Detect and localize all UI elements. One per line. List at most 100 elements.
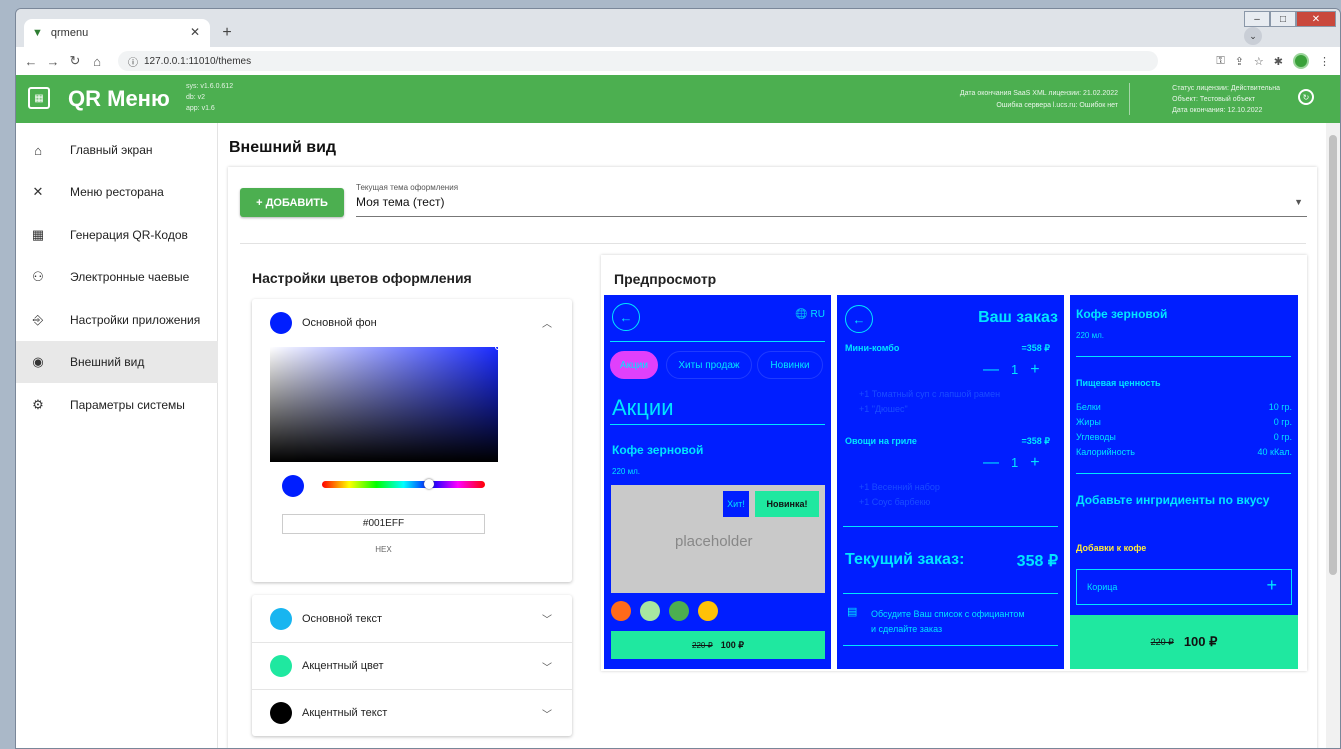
divider: [843, 645, 1058, 646]
maximize-icon[interactable]: □: [1270, 11, 1296, 27]
minus-icon: —: [983, 361, 999, 378]
reload-icon[interactable]: ↻: [64, 53, 86, 69]
add-to-cart-button: 220 ₽ 100 ₽: [611, 631, 825, 659]
preview-screen-menu: ← 🌐 RU Акции Хиты продаж Новинки Акции К…: [604, 295, 831, 669]
key-icon[interactable]: ⚿: [1216, 55, 1224, 68]
total-value: 358 ₽: [1016, 553, 1058, 570]
colors-heading: Настройки цветов оформления: [252, 270, 472, 286]
order-hint: Обсудите Ваш список с официантом и сдела…: [871, 609, 1025, 634]
chevron-down-icon[interactable]: ﹀: [542, 659, 552, 674]
sidebar-item-app-settings[interactable]: ⎆ Настройки приложения: [16, 299, 218, 341]
color-row-background[interactable]: Основной фон ︿: [252, 299, 572, 346]
divider: [843, 593, 1058, 594]
nutrition-title: Пищевая ценность: [1076, 378, 1161, 388]
sidebar-item-menu[interactable]: ✕ Меню ресторана: [16, 171, 218, 213]
minimize-icon[interactable]: –: [1244, 11, 1270, 27]
tab-title: qrmenu: [50, 27, 89, 39]
share-icon[interactable]: ⇪: [1235, 55, 1244, 68]
refresh-icon[interactable]: ↻: [1298, 89, 1314, 105]
url-text: 127.0.0.1:11010/themes: [144, 55, 252, 67]
theme-select[interactable]: Текущая тема оформления Моя тема (тест) …: [356, 181, 1307, 217]
sidebar-item-qr[interactable]: ▦ Генерация QR-Кодов: [16, 214, 218, 256]
saturation-handle[interactable]: [495, 344, 501, 350]
plus-icon: +: [1030, 454, 1040, 471]
color-row-accent-text[interactable]: Акцентный текст ﹀: [252, 689, 572, 736]
preview-panel: Предпросмотр ← 🌐 RU Акции Хиты продаж Но…: [601, 255, 1307, 671]
close-window-icon[interactable]: ✕: [1296, 11, 1336, 27]
hex-input[interactable]: #001EFF: [282, 514, 485, 534]
placeholder-text: placeholder: [675, 533, 753, 550]
tips-icon: ⚇: [32, 269, 44, 284]
gluten-free-icon: [698, 601, 718, 621]
category-tab: Акции: [610, 351, 658, 379]
themes-card: + ДОБАВИТЬ Текущая тема оформления Моя т…: [228, 167, 1317, 748]
back-arrow-icon: ←: [612, 303, 640, 331]
license-status: Статус лицензии: Действительна Объект: Т…: [1172, 85, 1280, 114]
url-field[interactable]: ⓘ 127.0.0.1:11010/themes: [118, 51, 1158, 71]
tab-search-icon[interactable]: ⌄: [1244, 27, 1262, 45]
minus-icon: —: [983, 454, 999, 471]
color-row-accent[interactable]: Акцентный цвет ﹀: [252, 642, 572, 689]
app-header: ▦ QR Меню sys: v1.6.0.612 db: v2 app: v1…: [16, 75, 1340, 123]
new-badge: Новинка!: [755, 491, 819, 517]
item-weight: 220 мл.: [1076, 331, 1104, 340]
cutlery-icon: ✕: [32, 184, 44, 199]
preview-screen-item: Кофе зерновой 220 мл. Пищевая ценность Б…: [1070, 295, 1298, 669]
category-tab: Хиты продаж: [666, 351, 752, 379]
scrollbar[interactable]: [1326, 123, 1340, 748]
close-tab-icon[interactable]: ✕: [190, 25, 200, 39]
color-row-main-text[interactable]: Основной текст ﹀: [252, 595, 572, 642]
window-controls: – □ ✕: [1244, 11, 1336, 27]
version-info: sys: v1.6.0.612 db: v2 app: v1.6: [186, 83, 234, 112]
sidebar-item-tips[interactable]: ⚇ Электронные чаевые: [16, 256, 218, 298]
preview-screen-order: ← Ваш заказ Мини-комбо =358 ₽ —1 + +1 Том…: [837, 295, 1064, 669]
item-title: Кофе зерновой: [1076, 307, 1168, 321]
more-menu-icon[interactable]: ⋮: [1319, 55, 1330, 68]
sidebar-item-appearance[interactable]: ◉ Внешний вид: [16, 341, 218, 383]
divider: [240, 243, 1306, 244]
item-name: Кофе зерновой: [612, 443, 704, 457]
main-content: Внешний вид + ДОБАВИТЬ Текущая тема офор…: [218, 123, 1327, 748]
sidebar-item-home[interactable]: ⌂ Главный экран: [16, 129, 218, 171]
app-title: QR Меню: [68, 86, 170, 111]
star-icon[interactable]: ☆: [1254, 55, 1264, 68]
qty-stepper: —1 +: [983, 454, 1040, 471]
chevron-down-icon[interactable]: ﹀: [542, 611, 552, 626]
plus-icon: +: [1030, 361, 1040, 378]
chevron-down-icon[interactable]: ﹀: [542, 706, 552, 721]
sidebar-item-system[interactable]: ⚙ Параметры системы: [16, 384, 218, 426]
divider: [1076, 473, 1291, 474]
browser-tab[interactable]: ▼ qrmenu ✕: [24, 19, 210, 47]
chat-icon: ▤: [847, 606, 858, 618]
chevron-up-icon[interactable]: ︿: [542, 315, 552, 330]
saturation-picker[interactable]: [270, 344, 501, 462]
back-icon[interactable]: ←: [20, 54, 42, 69]
extensions-icon[interactable]: ✱: [1274, 55, 1283, 68]
add-theme-button[interactable]: + ДОБАВИТЬ: [240, 188, 344, 217]
address-bar: ← → ↻ ⌂ ⓘ 127.0.0.1:11010/themes ⚿ ⇪ ☆ ✱…: [16, 47, 1340, 75]
hit-badge: Хит!: [723, 491, 749, 517]
forward-icon[interactable]: →: [42, 54, 64, 69]
divider: [610, 424, 825, 425]
language-switch: 🌐 RU: [795, 309, 825, 320]
order-item-price: =358 ₽: [1021, 343, 1051, 353]
browser-window: ▼ qrmenu ✕ + ⌄ – □ ✕ ← → ↻ ⌂ ⓘ 127.0.0.1…: [15, 8, 1341, 749]
order-item-name: Овощи на гриле: [845, 436, 917, 446]
eye-icon: ◉: [32, 354, 44, 369]
license-info: Дата окончания SaaS XML лицензии: 21.02.…: [959, 90, 1118, 109]
color-swatch: [270, 655, 292, 677]
spicy-icon: [611, 601, 631, 621]
home-icon: ⌂: [34, 142, 42, 158]
scrollbar-thumb[interactable]: [1329, 135, 1337, 575]
color-swatch: [270, 607, 292, 630]
back-arrow-icon: ←: [845, 305, 873, 333]
home-browser-icon[interactable]: ⌂: [86, 54, 108, 69]
hue-slider[interactable]: [322, 481, 485, 488]
category-tab: Новинки: [757, 351, 823, 379]
add-to-cart-button: 220 ₽ 100 ₽: [1070, 615, 1298, 669]
profile-avatar[interactable]: [1293, 53, 1309, 69]
new-tab-button[interactable]: +: [216, 22, 238, 44]
hue-slider-handle[interactable]: [424, 479, 434, 489]
order-title: Ваш заказ: [978, 309, 1058, 326]
color-swatch: [270, 702, 292, 724]
